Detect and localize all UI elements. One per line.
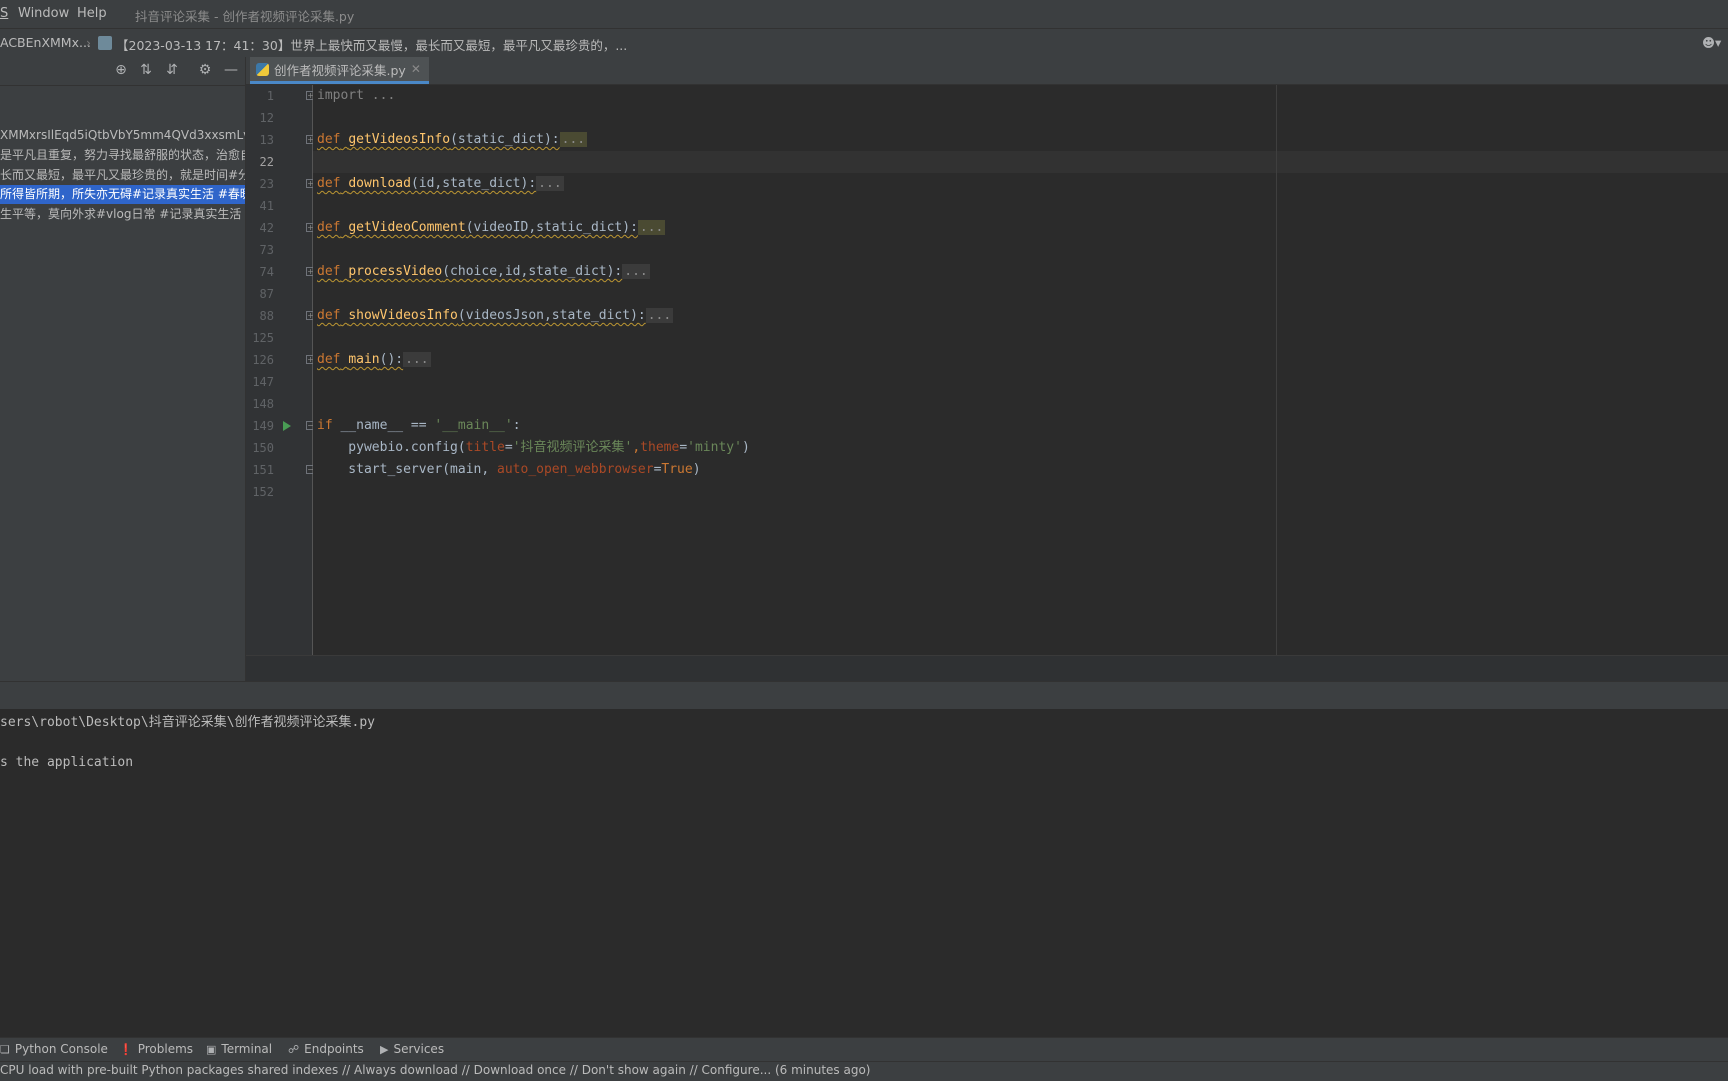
navigation-bar: ACBEnXMMx... › 【2023-03-13 17：41：30】世界上最… <box>0 29 1728 58</box>
tool-window-python-console[interactable]: ❏ Python Console <box>0 1042 108 1056</box>
line-number: 149 <box>252 419 274 433</box>
settings-icon[interactable]: ⚙ <box>197 62 213 78</box>
status-bar: CPU load with pre-built Python packages … <box>0 1061 1728 1081</box>
line-number: 88 <box>259 309 274 323</box>
code-line: def getVideosInfo(static_dict):... <box>317 132 588 147</box>
editor-tab[interactable]: 创作者视频评论采集.py ✕ <box>250 57 429 84</box>
status-message[interactable]: CPU load with pre-built Python packages … <box>0 1063 870 1077</box>
code-line: def showVideosInfo(videosJson,state_dict… <box>317 308 674 323</box>
editor-tab-label: 创作者视频评论采集.py <box>274 62 406 78</box>
code-line: def main():... <box>317 352 431 367</box>
line-number: 125 <box>252 331 274 345</box>
line-number: 42 <box>259 221 274 235</box>
line-number: 12 <box>259 111 274 125</box>
code-line: pywebio.config(title='抖音视频评论采集',theme='m… <box>317 440 750 455</box>
tool-window-label: Problems <box>137 1042 194 1056</box>
code-line: def download(id,state_dict):... <box>317 176 564 191</box>
code-editor[interactable]: import ... def getVideosInfo(static_dict… <box>313 85 1728 655</box>
line-number: 73 <box>259 243 274 257</box>
python-console-icon: ❏ <box>0 1042 10 1056</box>
breadcrumb-folder[interactable]: ACBEnXMMx... <box>0 35 91 50</box>
tool-window-terminal[interactable]: ▣ Terminal <box>206 1042 272 1056</box>
tree-item-selected[interactable]: 所得皆所期，所失亦无碍#记录真实生活 #春暖 <box>0 185 245 204</box>
user-account-icon[interactable]: ☻▾ <box>1702 35 1721 50</box>
menu-bar: S Window Help 抖音评论采集 - 创作者视频评论采集.py <box>0 0 1728 29</box>
code-line: def getVideoComment(videoID,static_dict)… <box>317 220 666 235</box>
editor-horizontal-scrollbar[interactable] <box>246 655 1728 682</box>
endpoints-icon: ☍ <box>288 1042 300 1056</box>
tree-item[interactable]: 长而又最短，最平凡又最珍贵的，就是时间#分 <box>0 166 245 185</box>
line-number: 151 <box>252 463 274 477</box>
python-file-icon <box>256 62 269 76</box>
code-line: def processVideo(choice,id,state_dict):.… <box>317 264 650 279</box>
breadcrumb-separator-icon: › <box>86 35 91 50</box>
editor-tab-bar: 创作者视频评论采集.py ✕ <box>246 57 1728 85</box>
services-icon: ▶ <box>380 1042 389 1056</box>
menu-item-window[interactable]: Window <box>18 6 69 21</box>
tool-window-problems[interactable]: ❗ Problems <box>119 1042 193 1056</box>
window-title: 抖音评论采集 - 创作者视频评论采集.py <box>135 9 355 24</box>
line-number: 1 <box>266 89 274 103</box>
line-number: 23 <box>259 177 274 191</box>
menu-item-s[interactable]: S <box>0 6 8 21</box>
caret-row-highlight <box>313 151 1728 173</box>
line-number: 13 <box>259 133 274 147</box>
line-number: 74 <box>259 265 274 279</box>
tool-window-endpoints[interactable]: ☍ Endpoints <box>288 1042 364 1056</box>
tree-item[interactable]: 生平等，莫向外求#vlog日常 #记录真实生活 # <box>0 205 245 224</box>
collapse-all-icon[interactable]: ⇵ <box>164 62 180 78</box>
code-line: start_server(main, auto_open_webbrowser=… <box>317 462 701 477</box>
line-number: 87 <box>259 287 274 301</box>
line-number-current: 22 <box>259 155 274 169</box>
console-line: s the application <box>0 755 134 770</box>
tool-window-bar: ❏ Python Console ❗ Problems ▣ Terminal ☍… <box>0 1037 1728 1062</box>
run-panel-header <box>0 681 1728 710</box>
code-line: if __name__ == '__main__': <box>317 418 521 433</box>
breadcrumb-file[interactable]: 【2023-03-13 17：41：30】世界上最快而又最慢，最长而又最短，最平… <box>116 35 627 54</box>
run-icon[interactable] <box>283 421 291 431</box>
terminal-icon: ▣ <box>206 1042 217 1056</box>
tree-item[interactable]: 是平凡且重复，努力寻找最舒服的状态，治愈自 <box>0 146 245 165</box>
line-number: 41 <box>259 199 274 213</box>
tool-window-label: Terminal <box>221 1042 273 1056</box>
console-line: sers\robot\Desktop\抖音评论采集\创作者视频评论采集.py <box>0 715 376 730</box>
tree-item[interactable]: XMMxrsIlEqd5iQtbVbY5mm4QVd3xxsmLv <box>0 126 245 145</box>
tool-window-services[interactable]: ▶ Services <box>380 1042 444 1056</box>
line-number: 126 <box>252 353 274 367</box>
tool-window-label: Endpoints <box>304 1042 364 1056</box>
line-number: 147 <box>252 375 274 389</box>
editor-gutter: 1 12 13 22 23 41 42 73 74 87 88 125 126 … <box>246 85 315 655</box>
code-line: import ... <box>317 88 396 103</box>
problems-icon: ❗ <box>119 1042 133 1056</box>
line-number: 150 <box>252 441 274 455</box>
line-number: 152 <box>252 485 274 499</box>
project-panel: ⊕ ⇅ ⇵ ⚙ — XMMxrsIlEqd5iQtbVbY5mm4QVd3xxs… <box>0 57 246 681</box>
tool-window-label: Services <box>393 1042 445 1056</box>
expand-all-icon[interactable]: ⇅ <box>138 62 154 78</box>
close-icon[interactable]: ✕ <box>411 62 421 76</box>
project-toolbar: ⊕ ⇅ ⇵ ⚙ — <box>0 57 245 86</box>
file-icon <box>98 36 112 50</box>
minimize-icon[interactable]: — <box>223 62 239 78</box>
locate-icon[interactable]: ⊕ <box>113 62 129 78</box>
run-console[interactable]: sers\robot\Desktop\抖音评论采集\创作者视频评论采集.py s… <box>0 709 1728 1037</box>
tool-window-label: Python Console <box>14 1042 108 1056</box>
line-number: 148 <box>252 397 274 411</box>
menu-item-help[interactable]: Help <box>77 6 107 21</box>
right-margin-guide <box>1276 85 1277 655</box>
